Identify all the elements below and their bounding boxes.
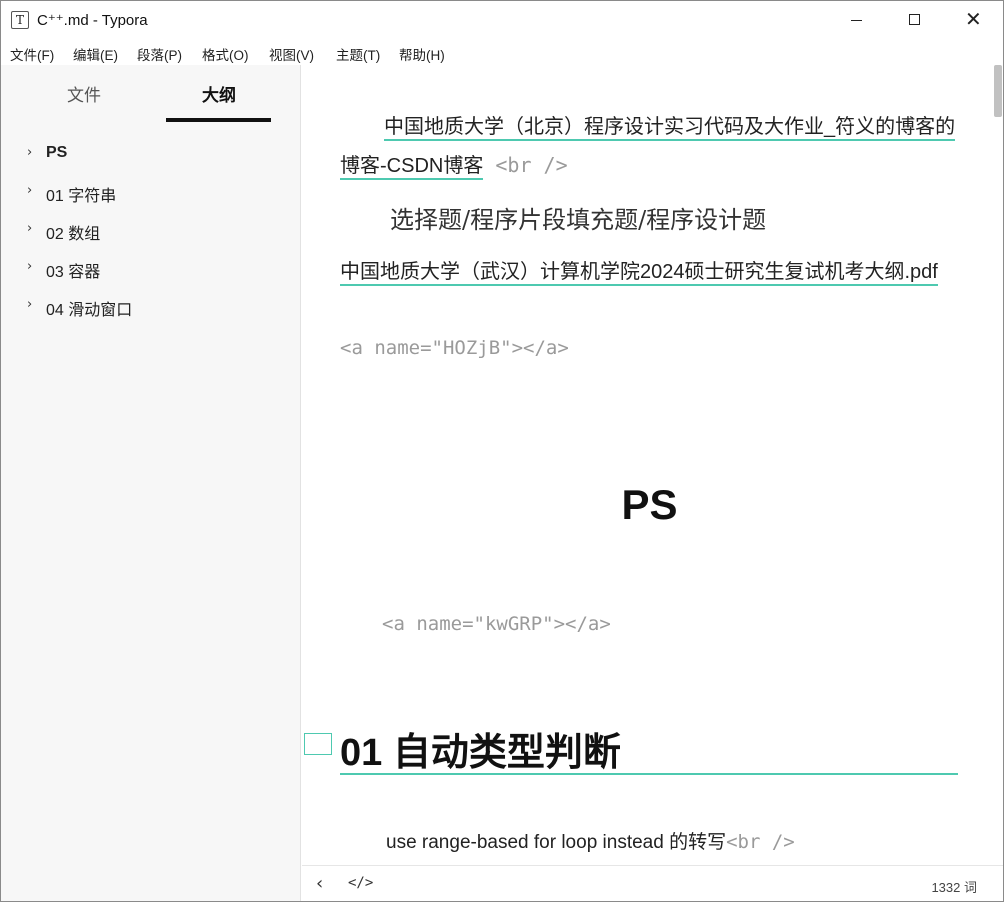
heading-underline: [340, 773, 958, 775]
chevron-right-icon[interactable]: ›: [27, 221, 32, 236]
vertical-scrollbar[interactable]: [993, 65, 1003, 865]
maximize-icon: [909, 14, 920, 25]
outline-item-label: PS: [46, 144, 68, 161]
window-title: C⁺⁺.md - Typora: [37, 12, 148, 29]
outline-item-label: 02 数组: [46, 226, 101, 243]
minimize-icon: [851, 20, 862, 21]
editor-area[interactable]: 中国地质大学（北京）程序设计实习代码及大作业_符义的博客的博客-CSDN博客 <…: [302, 65, 993, 865]
tab-outline[interactable]: 大纲: [202, 81, 236, 106]
heading-01-auto-type: 01 自动类型判断: [340, 732, 621, 774]
chevron-right-icon[interactable]: ›: [27, 259, 32, 274]
typora-window: T C⁺⁺.md - Typora ✕ 文件(F) 编辑(E) 段落(P) 格式…: [0, 0, 1004, 902]
maximize-button[interactable]: [885, 1, 943, 39]
active-tab-indicator: [166, 118, 271, 122]
menu-help[interactable]: 帮助(H): [399, 44, 445, 64]
status-bar: ‹ </> 1332 词: [302, 865, 1003, 901]
sidebar: 文件 大纲 › PS › 01 字符串 › 02 数组 › 03 容器 › 04…: [1, 65, 301, 901]
scrollbar-thumb[interactable]: [994, 65, 1002, 117]
paragraph-question-types: 选择题/程序片段填充题/程序设计题: [390, 206, 767, 234]
menu-file[interactable]: 文件(F): [10, 44, 54, 64]
outline-item-label: 04 滑动窗口: [46, 302, 133, 319]
menu-view[interactable]: 视图(V): [269, 44, 314, 64]
br-tag: <br />: [726, 831, 795, 853]
title-bar: T C⁺⁺.md - Typora ✕: [1, 1, 1003, 39]
html-anchor-tag: <a name="kwGRP"></a>: [382, 613, 611, 635]
chevron-right-icon[interactable]: ›: [27, 297, 32, 312]
word-count[interactable]: 1332 词: [931, 877, 977, 896]
source-code-icon[interactable]: </>: [348, 875, 373, 891]
menu-paragraph[interactable]: 段落(P): [137, 44, 182, 64]
csdn-blog-link[interactable]: 中国地质大学（北京）程序设计实习代码及大作业_符义的博客的博客-CSDN博客: [340, 116, 956, 180]
paragraph-text: use range-based for loop instead 的转写: [386, 832, 727, 853]
paragraph-exam-outline: 中国地质大学（武汉）计算机学院2024硕士研究生复试机考大纲.pdf: [340, 253, 960, 291]
menu-edit[interactable]: 编辑(E): [73, 44, 118, 64]
html-anchor-tag: <a name="HOZjB"></a>: [340, 337, 569, 359]
minimize-button[interactable]: [827, 1, 885, 39]
chevron-right-icon[interactable]: ›: [27, 145, 32, 160]
close-button[interactable]: ✕: [943, 1, 1001, 39]
tab-files[interactable]: 文件: [67, 81, 101, 106]
outline-item-label: 03 容器: [46, 264, 101, 281]
typora-app-icon: T: [11, 11, 29, 29]
br-tag: <br />: [483, 153, 568, 177]
menu-bar: 文件(F) 编辑(E) 段落(P) 格式(O) 视图(V) 主题(T) 帮助(H…: [1, 39, 1003, 65]
exam-outline-pdf-link[interactable]: 中国地质大学（武汉）计算机学院2024硕士研究生复试机考大纲.pdf: [340, 261, 938, 286]
heading-ps: PS: [621, 481, 678, 528]
chevron-left-icon[interactable]: ‹: [316, 873, 323, 894]
close-icon: ✕: [965, 7, 982, 31]
outline-item-label: 01 字符串: [46, 188, 117, 205]
chevron-right-icon[interactable]: ›: [27, 183, 32, 198]
heading-marker-icon: [304, 733, 332, 755]
paragraph-range-for: use range-based for loop instead 的转写<br …: [386, 827, 795, 854]
menu-theme[interactable]: 主题(T): [336, 44, 380, 64]
menu-format[interactable]: 格式(O): [202, 44, 249, 64]
paragraph-csdn-link: 中国地质大学（北京）程序设计实习代码及大作业_符义的博客的博客-CSDN博客 <…: [340, 108, 960, 185]
